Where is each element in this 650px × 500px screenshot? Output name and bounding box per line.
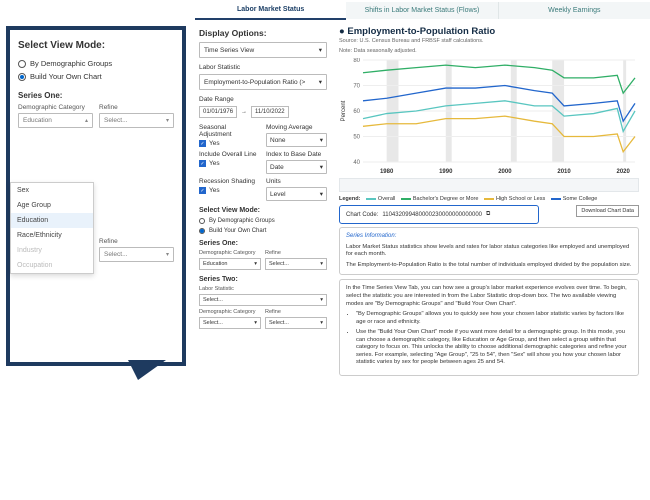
check-icon: ✓ <box>199 160 206 167</box>
select-display-view[interactable]: Time Series View▾ <box>199 42 327 58</box>
tab-labor-market-status[interactable]: Labor Market Status <box>195 1 346 20</box>
select-index-base[interactable]: Date▾ <box>266 160 327 174</box>
panel-radio-build[interactable]: Build Your Own Chart <box>199 228 327 234</box>
svg-text:40: 40 <box>353 160 360 166</box>
dd-occupation[interactable]: Occupation <box>11 258 93 273</box>
chevron-down-icon: ▾ <box>166 117 169 124</box>
arrow-right-icon: → <box>241 109 247 115</box>
svg-text:2000: 2000 <box>498 169 512 175</box>
label-refine: Refine <box>99 104 174 111</box>
panel-s2-refine[interactable]: Select...▾ <box>265 317 327 329</box>
callout-pointer <box>128 360 166 380</box>
dd-race[interactable]: Race/Ethnicity <box>11 228 93 243</box>
radio-demographic-groups[interactable]: By Demographic Groups <box>18 59 174 68</box>
label-labor-statistic: Labor Statistic <box>199 64 327 71</box>
checkbox-recession[interactable]: ✓Yes <box>199 187 260 194</box>
label-refine-2: Refine <box>99 238 174 245</box>
copy-icon[interactable]: ⧉ <box>486 211 490 218</box>
input-date-from[interactable]: 01/01/1976 <box>199 106 237 118</box>
legend: Legend: Overall Bachelor's Degree or Mor… <box>339 196 639 202</box>
chevron-down-icon: ▾ <box>166 251 169 258</box>
tab-flows[interactable]: Shifts in Labor Market Status (Flows) <box>346 2 497 19</box>
select-refine-s1[interactable]: Select...▾ <box>99 113 174 128</box>
panel-s2-demo[interactable]: Select...▾ <box>199 317 261 329</box>
checkbox-overall-line[interactable]: ✓Yes <box>199 160 260 167</box>
chevron-down-icon: ▾ <box>319 78 322 86</box>
range-slider[interactable] <box>339 178 639 192</box>
callout-title: Select View Mode: <box>18 40 174 51</box>
dd-age[interactable]: Age Group <box>11 198 93 213</box>
svg-text:50: 50 <box>353 135 360 141</box>
chart-area: 40 50 60 70 80 Percent 1980 1990 2000 2010 2020 <box>339 58 639 176</box>
svg-text:70: 70 <box>353 84 360 90</box>
svg-text:1990: 1990 <box>439 169 453 175</box>
line-chart[interactable]: 40 50 60 70 80 Percent 1980 1990 2000 2010 2020 <box>339 58 639 176</box>
check-icon: ✓ <box>199 140 206 147</box>
svg-text:2020: 2020 <box>616 169 630 175</box>
chevron-down-icon: ▾ <box>319 46 322 54</box>
svg-text:1980: 1980 <box>380 169 394 175</box>
tab-weekly-earnings[interactable]: Weekly Earnings <box>498 2 650 19</box>
svg-text:80: 80 <box>353 58 360 64</box>
panel-s1-refine[interactable]: Select...▾ <box>265 258 327 270</box>
select-moving-average[interactable]: None▾ <box>266 133 327 147</box>
panel-view-mode-heading: Select View Mode: <box>199 207 327 214</box>
input-date-to[interactable]: 11/10/2022 <box>251 106 289 118</box>
demo-cat-dropdown: Sex Age Group Education Race/Ethnicity I… <box>10 182 94 274</box>
radio-build-own[interactable]: Build Your Own Chart <box>18 72 174 81</box>
select-demo-cat-s1[interactable]: Education▴ <box>18 113 93 128</box>
chart-title: ● Employment-to-Population Ratio <box>339 26 639 37</box>
options-panel: Display Options: Time Series View▾ Labor… <box>195 20 333 329</box>
tab-bar: Labor Market Status Shifts in Labor Mark… <box>195 0 650 20</box>
help-info-box: In the Time Series View Tab, you can how… <box>339 279 639 375</box>
series-info-box: Series Information: Labor Market Status … <box>339 227 639 275</box>
series-one-heading: Series One: <box>18 91 174 100</box>
panel-radio-demo[interactable]: By Demographic Groups <box>199 218 327 224</box>
svg-text:60: 60 <box>353 109 360 115</box>
chart-source: Source: U.S. Census Bureau and FRBSF sta… <box>339 38 639 44</box>
svg-text:Percent: Percent <box>341 100 347 121</box>
select-labor-statistic[interactable]: Employment-to-Population Ratio (>▾ <box>199 74 327 90</box>
label-demo-cat: Demographic Category <box>18 104 93 111</box>
chart-note: Note: Data seasonally adjusted. <box>339 48 639 54</box>
download-chart-button[interactable]: Download Chart Data <box>576 205 639 217</box>
panel-s1-demo[interactable]: Education▾ <box>199 258 261 270</box>
check-icon: ✓ <box>199 187 206 194</box>
panel-s2-stat[interactable]: Select...▾ <box>199 294 327 306</box>
select-units[interactable]: Level▾ <box>266 187 327 201</box>
dd-education[interactable]: Education <box>11 213 93 228</box>
select-refine-s2[interactable]: Select...▾ <box>99 247 174 262</box>
svg-text:2010: 2010 <box>557 169 571 175</box>
dd-industry[interactable]: Industry <box>11 243 93 258</box>
label-date-range: Date Range <box>199 96 327 103</box>
dd-sex[interactable]: Sex <box>11 183 93 198</box>
chevron-up-icon: ▴ <box>85 117 88 124</box>
display-options-heading: Display Options: <box>199 28 327 38</box>
chart-code-box: Chart Code:11043209948000023000000000000… <box>339 205 539 224</box>
checkbox-seasonal[interactable]: ✓Yes <box>199 140 260 147</box>
